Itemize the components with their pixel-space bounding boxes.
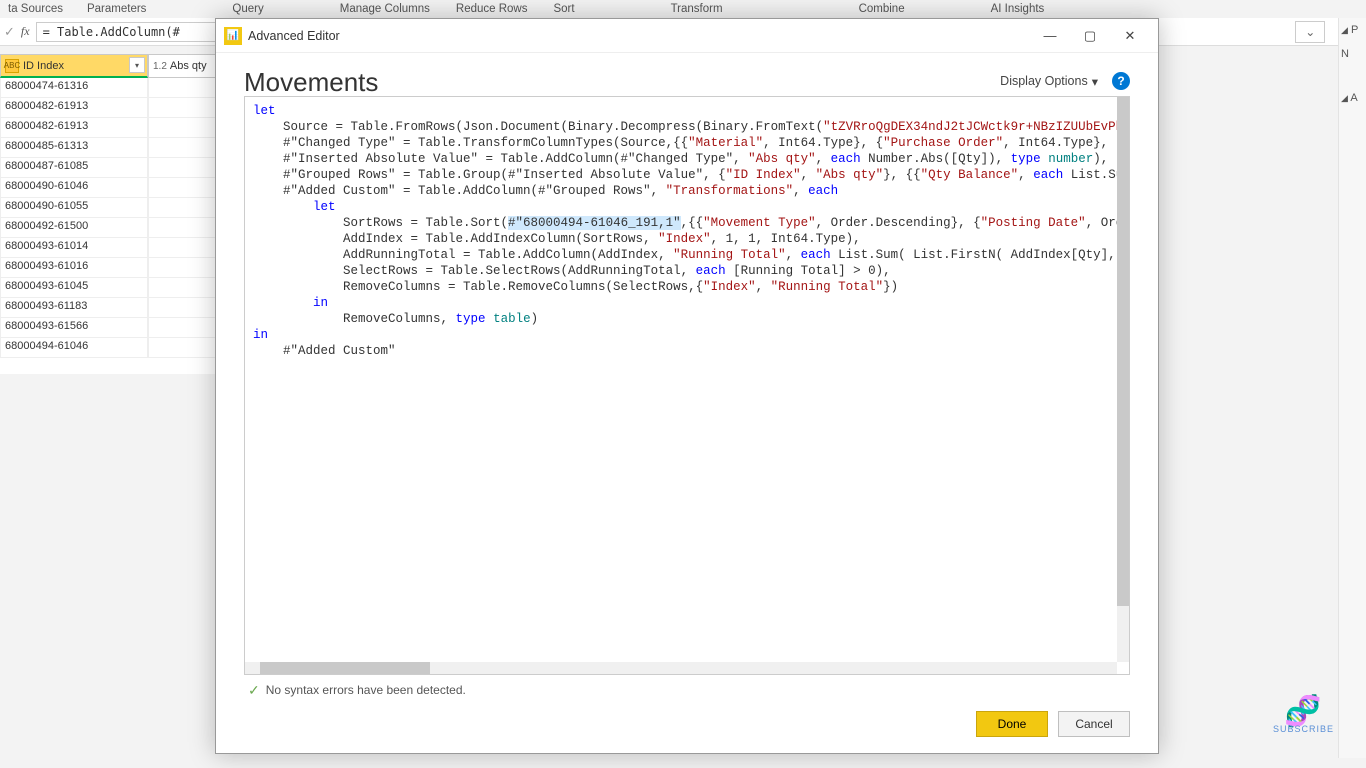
- cell[interactable]: [148, 238, 216, 258]
- cell[interactable]: [148, 218, 216, 238]
- column-header-id-index[interactable]: ABC ID Index ▾: [0, 54, 148, 78]
- status-text: No syntax errors have been detected.: [266, 683, 466, 697]
- apply-icon[interactable]: ✓: [4, 24, 15, 40]
- cell[interactable]: 68000493-61016: [0, 258, 148, 278]
- cell[interactable]: [148, 78, 216, 98]
- maximize-button[interactable]: ▢: [1070, 22, 1110, 50]
- column-dropdown-icon[interactable]: ▾: [129, 57, 145, 73]
- ribbon-tab[interactable]: Parameters: [79, 3, 154, 15]
- ribbon-tab[interactable]: ta Sources: [0, 3, 71, 15]
- dialog-title: Advanced Editor: [248, 29, 340, 43]
- formula-input[interactable]: = Table.AddColumn(#: [36, 22, 236, 42]
- right-panel: ◢ P N ◢ A: [1338, 18, 1366, 758]
- vertical-scrollbar[interactable]: [1117, 97, 1129, 662]
- titlebar: 📊 Advanced Editor — ▢ ✕: [216, 19, 1158, 53]
- status-bar: ✓ No syntax errors have been detected.: [244, 675, 1130, 701]
- cell[interactable]: [148, 158, 216, 178]
- panel-label: P: [1351, 24, 1358, 36]
- cell[interactable]: 68000493-61014: [0, 238, 148, 258]
- cell[interactable]: [148, 318, 216, 338]
- cell[interactable]: 68000492-61500: [0, 218, 148, 238]
- scrollbar-thumb[interactable]: [1117, 97, 1129, 606]
- panel-label: N: [1341, 46, 1364, 62]
- close-button[interactable]: ✕: [1110, 22, 1150, 50]
- ribbon-tabs: ta Sources Parameters Query Manage Colum…: [0, 0, 1366, 18]
- ribbon-tab[interactable]: Combine: [851, 3, 913, 15]
- display-options-dropdown[interactable]: Display Options ▾: [1000, 74, 1098, 89]
- ribbon-tab[interactable]: Transform: [663, 3, 731, 15]
- cell[interactable]: 68000490-61046: [0, 178, 148, 198]
- ribbon-tab[interactable]: Manage Columns: [332, 3, 438, 15]
- cell[interactable]: 68000490-61055: [0, 198, 148, 218]
- panel-label: A: [1350, 92, 1357, 104]
- cell[interactable]: 68000493-61183: [0, 298, 148, 318]
- column-label: ID Index: [23, 60, 64, 72]
- cell[interactable]: [148, 178, 216, 198]
- column-label: Abs qty: [170, 60, 207, 72]
- minimize-button[interactable]: —: [1030, 22, 1070, 50]
- subscribe-label: SUBSCRIBE: [1273, 724, 1334, 734]
- help-icon[interactable]: ?: [1112, 72, 1130, 90]
- ribbon-tab[interactable]: AI Insights: [983, 3, 1053, 15]
- cell[interactable]: [148, 298, 216, 318]
- cell[interactable]: [148, 118, 216, 138]
- check-icon: ✓: [248, 682, 260, 699]
- cell[interactable]: [148, 338, 216, 358]
- data-grid: ABC ID Index ▾ 1.2 Abs qty 68000474-6131…: [0, 54, 220, 374]
- app-icon: 📊: [224, 27, 242, 45]
- fx-label: fx: [21, 24, 30, 39]
- column-header-abs-qty[interactable]: 1.2 Abs qty: [148, 54, 216, 78]
- horizontal-scrollbar[interactable]: [245, 662, 1117, 674]
- ribbon-tab[interactable]: Sort: [545, 3, 582, 15]
- cell[interactable]: [148, 138, 216, 158]
- display-options-label: Display Options: [1000, 74, 1088, 88]
- type-text-icon: ABC: [5, 59, 19, 73]
- cell[interactable]: [148, 278, 216, 298]
- cell[interactable]: 68000485-61313: [0, 138, 148, 158]
- cell[interactable]: 68000494-61046: [0, 338, 148, 358]
- subscribe-watermark: 🧬 SUBSCRIBE: [1273, 700, 1334, 734]
- advanced-editor-dialog: 📊 Advanced Editor — ▢ ✕ Movements Displa…: [215, 18, 1159, 754]
- cell[interactable]: 68000493-61045: [0, 278, 148, 298]
- done-button[interactable]: Done: [976, 711, 1048, 737]
- dna-icon: 🧬: [1273, 700, 1334, 724]
- cell[interactable]: 68000482-61913: [0, 98, 148, 118]
- cell[interactable]: [148, 258, 216, 278]
- chevron-down-icon: ▾: [1092, 74, 1098, 89]
- cell[interactable]: 68000474-61316: [0, 78, 148, 98]
- cell[interactable]: 68000482-61913: [0, 118, 148, 138]
- cancel-button[interactable]: Cancel: [1058, 711, 1130, 737]
- type-number-icon: 1.2: [153, 61, 167, 72]
- ribbon-tab[interactable]: Query: [224, 3, 271, 15]
- code-content[interactable]: let Source = Table.FromRows(Json.Documen…: [245, 97, 1117, 662]
- cell[interactable]: [148, 198, 216, 218]
- scrollbar-thumb[interactable]: [260, 662, 430, 674]
- ribbon-tab[interactable]: Reduce Rows: [448, 3, 536, 15]
- code-editor[interactable]: let Source = Table.FromRows(Json.Documen…: [244, 96, 1130, 675]
- formula-dropdown[interactable]: ⌄: [1295, 21, 1325, 43]
- cell[interactable]: [148, 98, 216, 118]
- cell[interactable]: 68000493-61566: [0, 318, 148, 338]
- cell[interactable]: 68000487-61085: [0, 158, 148, 178]
